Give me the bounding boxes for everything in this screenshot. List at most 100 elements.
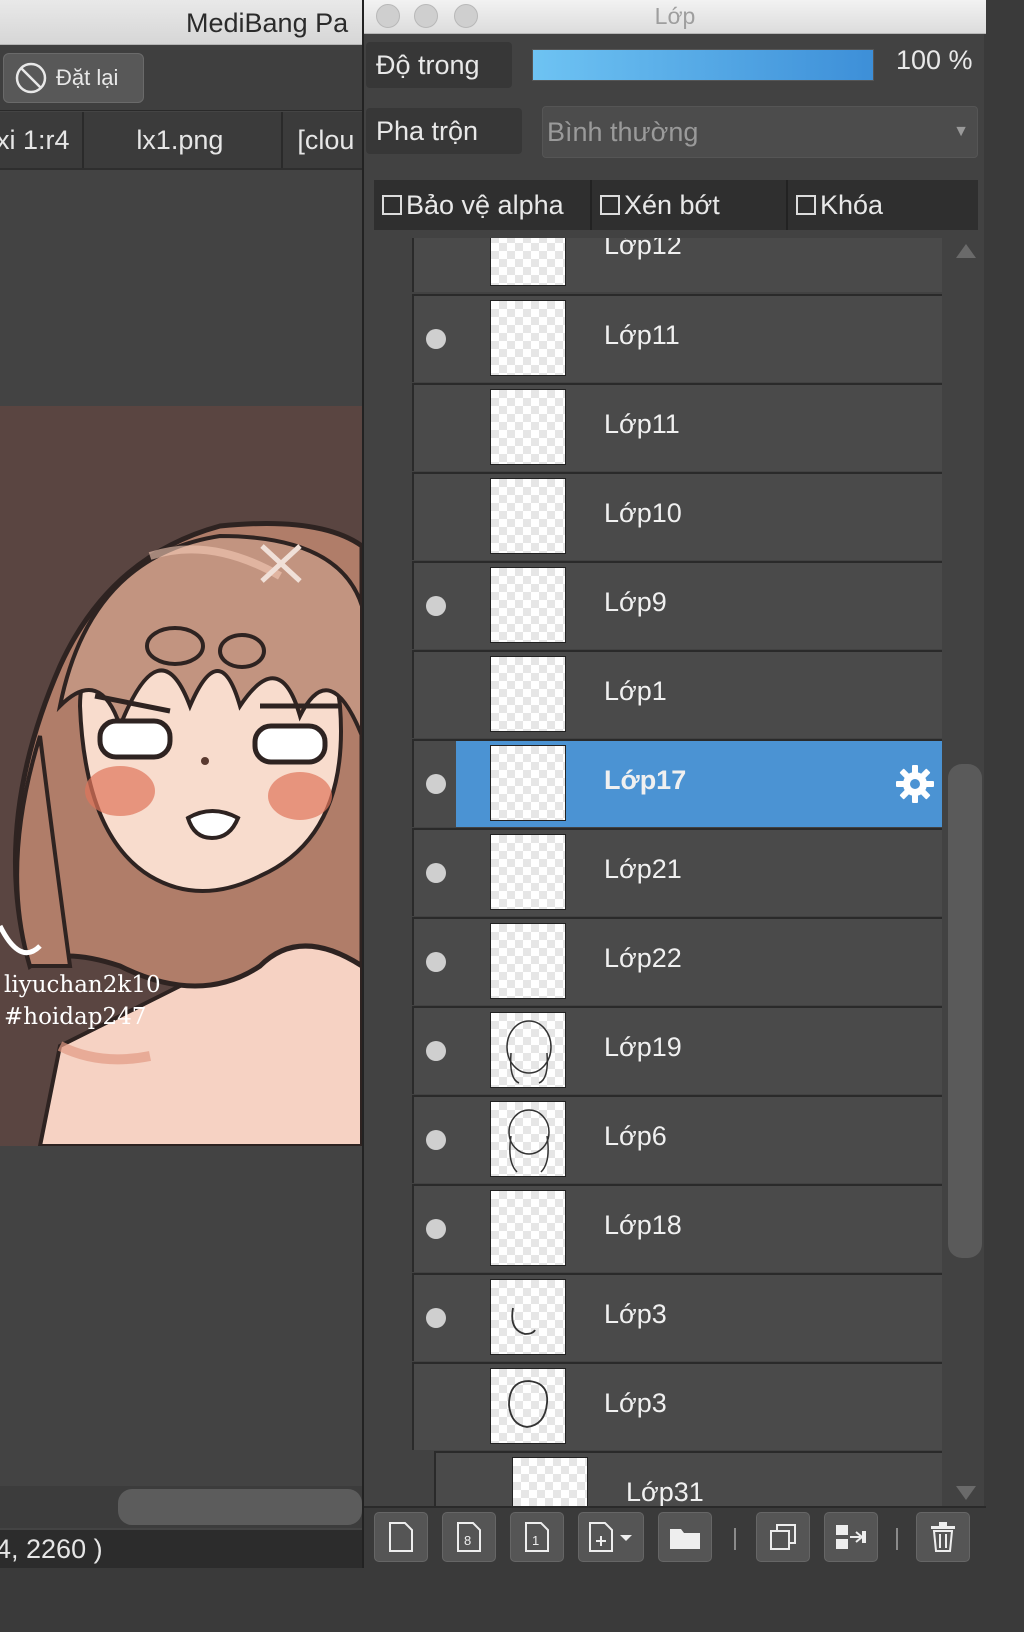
alpha-protect-checkbox[interactable] xyxy=(382,195,402,215)
layer-thumbnail xyxy=(490,656,566,732)
layer-row[interactable]: Lớp12 xyxy=(412,238,942,292)
visibility-toggle[interactable] xyxy=(426,952,446,972)
document-tab-3[interactable]: [clou xyxy=(283,112,362,168)
gear-icon[interactable] xyxy=(894,763,936,805)
layer-row[interactable]: Lớp6 xyxy=(412,1095,942,1183)
layer-thumbnail xyxy=(490,745,566,821)
layer-row-selected[interactable]: Lớp17 xyxy=(412,739,942,827)
layer-thumbnail xyxy=(490,923,566,999)
watermark-username: liyuchan2k10 xyxy=(4,972,161,998)
layer-name: Lớp22 xyxy=(604,943,682,973)
layer-options-row: Bảo vệ alpha Xén bớt Khóa xyxy=(374,180,978,230)
add-special-layer-button[interactable] xyxy=(578,1512,644,1562)
visibility-toggle[interactable] xyxy=(426,329,446,349)
sketch-thumbnail xyxy=(506,1020,552,1084)
layer-panel-title: Lớp xyxy=(654,3,696,29)
scroll-up-arrow-icon[interactable] xyxy=(952,238,980,262)
horizontal-scrollbar-thumb[interactable] xyxy=(118,1489,362,1525)
layer-row[interactable]: Lớp21 xyxy=(412,828,942,916)
new-folder-button[interactable] xyxy=(658,1512,712,1562)
status-bar: 4, 2260 ) xyxy=(0,1530,362,1568)
visibility-toggle[interactable] xyxy=(426,1130,446,1150)
clipping-checkbox[interactable] xyxy=(600,195,620,215)
delete-layer-button[interactable] xyxy=(916,1512,970,1562)
layer-row[interactable]: Lớp11 xyxy=(412,294,942,382)
layer-thumbnail xyxy=(512,1457,588,1506)
blend-mode-select[interactable]: Bình thường ▼ xyxy=(542,106,978,158)
chevron-down-icon: ▼ xyxy=(953,123,969,140)
layer-row-in-folder[interactable]: Lớp31 xyxy=(434,1451,942,1506)
layer-panel: Lớp Độ trong 100 % Pha trộn Bình thường … xyxy=(362,0,986,1568)
new-1bit-layer-button[interactable]: 1 xyxy=(510,1512,564,1562)
layer-row[interactable]: Lớp11 xyxy=(412,383,942,471)
layer-row[interactable]: Lớp10 xyxy=(412,472,942,560)
layer-name: Lớp18 xyxy=(604,1210,682,1240)
layer-thumbnail xyxy=(490,834,566,910)
layer-thumbnail xyxy=(490,1101,566,1177)
new-layer-icon xyxy=(389,1522,413,1552)
layer-name: Lớp6 xyxy=(604,1121,667,1151)
cursor-coordinates: 4, 2260 ) xyxy=(0,1534,103,1564)
lock-option[interactable]: Khóa xyxy=(788,180,974,230)
visibility-toggle[interactable] xyxy=(426,1041,446,1061)
visibility-toggle[interactable] xyxy=(426,1219,446,1239)
layer-name: Lớp21 xyxy=(604,854,682,884)
vertical-scrollbar-thumb[interactable] xyxy=(948,764,982,1258)
main-titlebar: MediBang Pa xyxy=(0,0,362,45)
new-layer-button[interactable] xyxy=(374,1512,428,1562)
opacity-slider[interactable] xyxy=(532,49,874,81)
visibility-toggle[interactable] xyxy=(426,863,446,883)
layer-thumbnail xyxy=(490,478,566,554)
layer-thumbnail xyxy=(490,300,566,376)
blend-mode-label: Pha trộn xyxy=(366,108,522,154)
alpha-protect-option[interactable]: Bảo vệ alpha xyxy=(374,180,592,230)
layer-row[interactable]: Lớp1 xyxy=(412,650,942,738)
add-special-layer-icon xyxy=(589,1522,632,1552)
layer-thumbnail xyxy=(490,1279,566,1355)
visibility-toggle[interactable] xyxy=(426,596,446,616)
toolbar-separator xyxy=(734,1528,736,1550)
merge-down-button[interactable] xyxy=(824,1512,878,1562)
document-tab-1[interactable]: xi 1:r4 xyxy=(0,112,85,168)
lock-label: Khóa xyxy=(820,189,884,220)
layer-row[interactable]: Lớp18 xyxy=(412,1184,942,1272)
app-title: MediBang Pa xyxy=(186,8,349,38)
visibility-toggle[interactable] xyxy=(426,1308,446,1328)
canvas-artwork[interactable]: liyuchan2k10 #hoidap247 xyxy=(0,406,362,1146)
layer-name: Lớp9 xyxy=(604,587,667,617)
layer-name: Lớp3 xyxy=(604,1299,667,1329)
layer-row[interactable]: Lớp22 xyxy=(412,917,942,1005)
svg-text:8: 8 xyxy=(464,1533,471,1548)
blend-mode-value: Bình thường xyxy=(547,117,699,147)
lock-checkbox[interactable] xyxy=(796,195,816,215)
new-8bit-layer-button[interactable]: 8 xyxy=(442,1512,496,1562)
document-tabs: xi 1:r4 lx1.png [clou xyxy=(0,112,362,170)
layer-list[interactable]: Lớp12 Lớp11 Lớp11 Lớp10 Lớp9 Lớp1 Lớp17 … xyxy=(364,238,986,1506)
visibility-toggle[interactable] xyxy=(426,774,446,794)
duplicate-layer-button[interactable] xyxy=(756,1512,810,1562)
new-1bit-layer-icon: 1 xyxy=(525,1522,549,1552)
layer-thumbnail xyxy=(490,1012,566,1088)
layer-name: Lớp12 xyxy=(604,238,682,260)
sketch-thumbnail xyxy=(511,1307,536,1335)
layer-thumbnail xyxy=(490,1190,566,1266)
main-window: MediBang Pa Đặt lại xi 1:r4 lx1.png [clo… xyxy=(0,0,362,1568)
document-tab-2[interactable]: lx1.png xyxy=(84,112,284,168)
scroll-down-arrow-icon[interactable] xyxy=(952,1482,980,1506)
watermark-hashtag: #hoidap247 xyxy=(4,1004,147,1030)
layer-name: Lớp19 xyxy=(604,1032,682,1062)
layer-row[interactable]: Lớp9 xyxy=(412,561,942,649)
canvas-area[interactable]: liyuchan2k10 #hoidap247 xyxy=(0,170,362,1486)
new-folder-icon xyxy=(670,1529,700,1549)
clipping-option[interactable]: Xén bớt xyxy=(592,180,788,230)
layer-name: Lớp1 xyxy=(604,676,667,706)
layer-toolbar: 8 1 xyxy=(364,1506,986,1568)
opacity-value: 100 % xyxy=(896,45,973,75)
reset-button[interactable]: Đặt lại xyxy=(3,53,144,103)
layer-row[interactable]: Lớp3 xyxy=(412,1362,942,1450)
layer-row[interactable]: Lớp19 xyxy=(412,1006,942,1094)
prohibit-icon xyxy=(15,62,47,94)
layer-name: Lớp11 xyxy=(604,320,680,350)
layer-row[interactable]: Lớp3 xyxy=(412,1273,942,1361)
clipping-label: Xén bớt xyxy=(624,189,720,220)
